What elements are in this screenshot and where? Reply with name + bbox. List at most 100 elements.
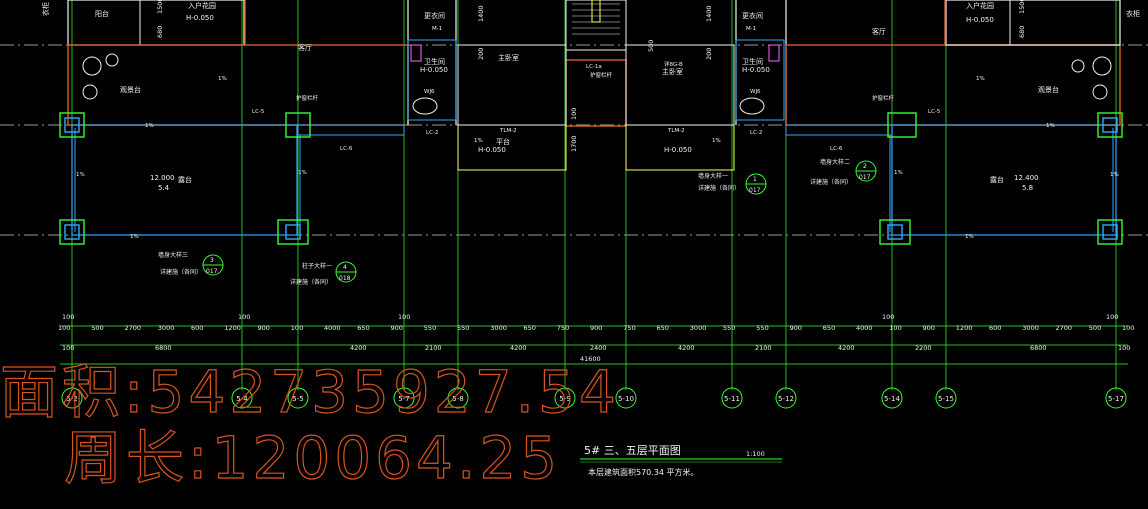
callout-2: 墙身大样二 详建施（各同） 2 017	[810, 158, 877, 186]
drawing-title: 5# 三、五层平面图	[584, 444, 681, 457]
title-block: 5# 三、五层平面图 1:100 本层建筑面积570.34 平方米。	[580, 444, 782, 477]
svg-text:100: 100	[570, 108, 578, 120]
dimension-value: 100	[1118, 344, 1130, 352]
dimension-value: 900	[790, 324, 802, 332]
svg-text:4: 4	[343, 264, 347, 271]
dimension-value: 500	[91, 324, 103, 332]
tag: LC-5	[252, 109, 265, 115]
dimension-value: 750	[623, 324, 635, 332]
level-mark: H-0.050	[186, 14, 214, 22]
slope: 1%	[218, 76, 227, 82]
svg-text:详建施（各同）: 详建施（各同）	[698, 184, 740, 192]
slope: 1%	[1046, 123, 1055, 129]
axis-label: 5-12	[778, 395, 794, 403]
tag: LC-2	[426, 130, 438, 136]
room-label: 入户花园	[966, 1, 994, 10]
svg-text:017: 017	[749, 187, 761, 194]
svg-text:1: 1	[753, 176, 757, 183]
level-mark: H-0.050	[664, 146, 692, 154]
room-label: 客厅	[872, 27, 886, 36]
dimension-row-top: 100 100 100 100 100	[62, 313, 1118, 321]
svg-text:100: 100	[238, 313, 250, 321]
dimension-value: 2400	[590, 344, 607, 352]
level-mark: H-0.050	[966, 16, 994, 24]
svg-text:详建施（各同）: 详建施（各同）	[290, 278, 332, 286]
dimension-value: 100	[58, 324, 70, 332]
room-label: 露台	[990, 175, 1004, 184]
svg-text:200: 200	[477, 48, 485, 60]
area-note: 本层建筑面积570.34 平方米。	[588, 467, 699, 477]
room-labels: 阳台 入户花园 客厅 观景台 更衣间 主卧室 卫生间 主卧室 更衣间 卫生间 客…	[41, 1, 1140, 184]
svg-text:680: 680	[1018, 26, 1026, 38]
dimension-value: 900	[590, 324, 602, 332]
dimension-value: 650	[823, 324, 835, 332]
dimension-value: 650	[524, 324, 536, 332]
callout-3: 墙身大样三 详建施（各同） 3 017	[158, 251, 224, 276]
svg-text:500: 500	[647, 40, 655, 52]
dimension-value: 500	[1089, 324, 1101, 332]
svg-text:1500: 1500	[1018, 0, 1026, 14]
structural-columns	[59, 112, 1123, 245]
dimension-value: 650	[657, 324, 669, 332]
svg-text:详建施（各同）: 详建施（各同）	[810, 178, 852, 186]
room-label: 主卧室	[498, 53, 519, 62]
room-label: 观景台	[120, 85, 141, 94]
level-mark: 5.8	[1022, 184, 1033, 192]
dimension-row-detail: 100 500 2700 3000 600 1200 900 100 4000 650 900 550…	[58, 324, 1134, 332]
level-mark: H-0.050	[478, 146, 506, 154]
dimension-value: 6800	[1030, 344, 1047, 352]
svg-text:墙身大样一: 墙身大样一	[698, 172, 728, 180]
dimension-value: 3000	[1022, 324, 1039, 332]
tag: M-1	[746, 26, 756, 32]
dimension-value: 2100	[755, 344, 772, 352]
dimension-value: 100	[889, 324, 901, 332]
slope: 1%	[976, 76, 985, 82]
dimension-value: 900	[391, 324, 403, 332]
tag: 详8G-B	[664, 60, 683, 68]
detail-callouts: 墙身大样一 详建施（各同） 1 017 墙身大样二 详建施（各同） 2 017 …	[158, 158, 877, 286]
slope: 1%	[298, 170, 307, 176]
dimension-value: 4000	[856, 324, 873, 332]
svg-text:1700: 1700	[570, 135, 578, 152]
tag: WJ6	[750, 89, 761, 95]
svg-text:018: 018	[339, 275, 351, 282]
dimension-value: 550	[424, 324, 436, 332]
slope: 1%	[1110, 172, 1119, 178]
tag: 护窗栏杆	[296, 94, 319, 102]
drawing-scale: 1:100	[746, 450, 765, 458]
room-label: 卫生间	[424, 57, 445, 66]
dimension-value: 550	[457, 324, 469, 332]
svg-text:3: 3	[210, 257, 214, 264]
room-label: 卫生间	[742, 57, 763, 66]
svg-text:1400: 1400	[477, 5, 485, 22]
dimension-value: 100	[1122, 324, 1134, 332]
svg-text:1400: 1400	[705, 5, 713, 22]
slope: 1%	[712, 138, 721, 144]
dimension-value: 6800	[155, 344, 172, 352]
axis-label: 5-14	[884, 395, 900, 403]
level-mark: 12.000	[150, 174, 175, 182]
tag: LC-1a	[586, 64, 602, 70]
dimension-value: 900	[923, 324, 935, 332]
measurement-overlay: 面积:542735927.54 周长:120064.25	[0, 357, 620, 492]
room-label: 衣柜	[1126, 9, 1140, 18]
level-mark: 12.400	[1014, 174, 1039, 182]
room-label: 更衣间	[742, 11, 763, 20]
axis-label: 5-15	[938, 395, 954, 403]
cad-drawing: 阳台 入户花园 客厅 观景台 更衣间 主卧室 卫生间 主卧室 更衣间 卫生间 客…	[0, 0, 1148, 493]
tag: TLM-2	[667, 128, 685, 134]
room-label: 阳台	[95, 9, 109, 18]
tag: LC-2	[750, 130, 762, 136]
slope: 1%	[76, 172, 85, 178]
dimension-value: 550	[723, 324, 735, 332]
dimension-value: 550	[756, 324, 768, 332]
tag: WJ6	[424, 89, 435, 95]
slope: 1%	[894, 170, 903, 176]
dimension-value: 4000	[324, 324, 341, 332]
dimension-value: 600	[191, 324, 203, 332]
svg-text:680: 680	[156, 26, 164, 38]
area-readout: 面积:542735927.54	[0, 358, 620, 426]
tag: TLM-2	[499, 128, 517, 134]
tag: LC-6	[830, 146, 843, 152]
building-outline	[67, 0, 1121, 236]
